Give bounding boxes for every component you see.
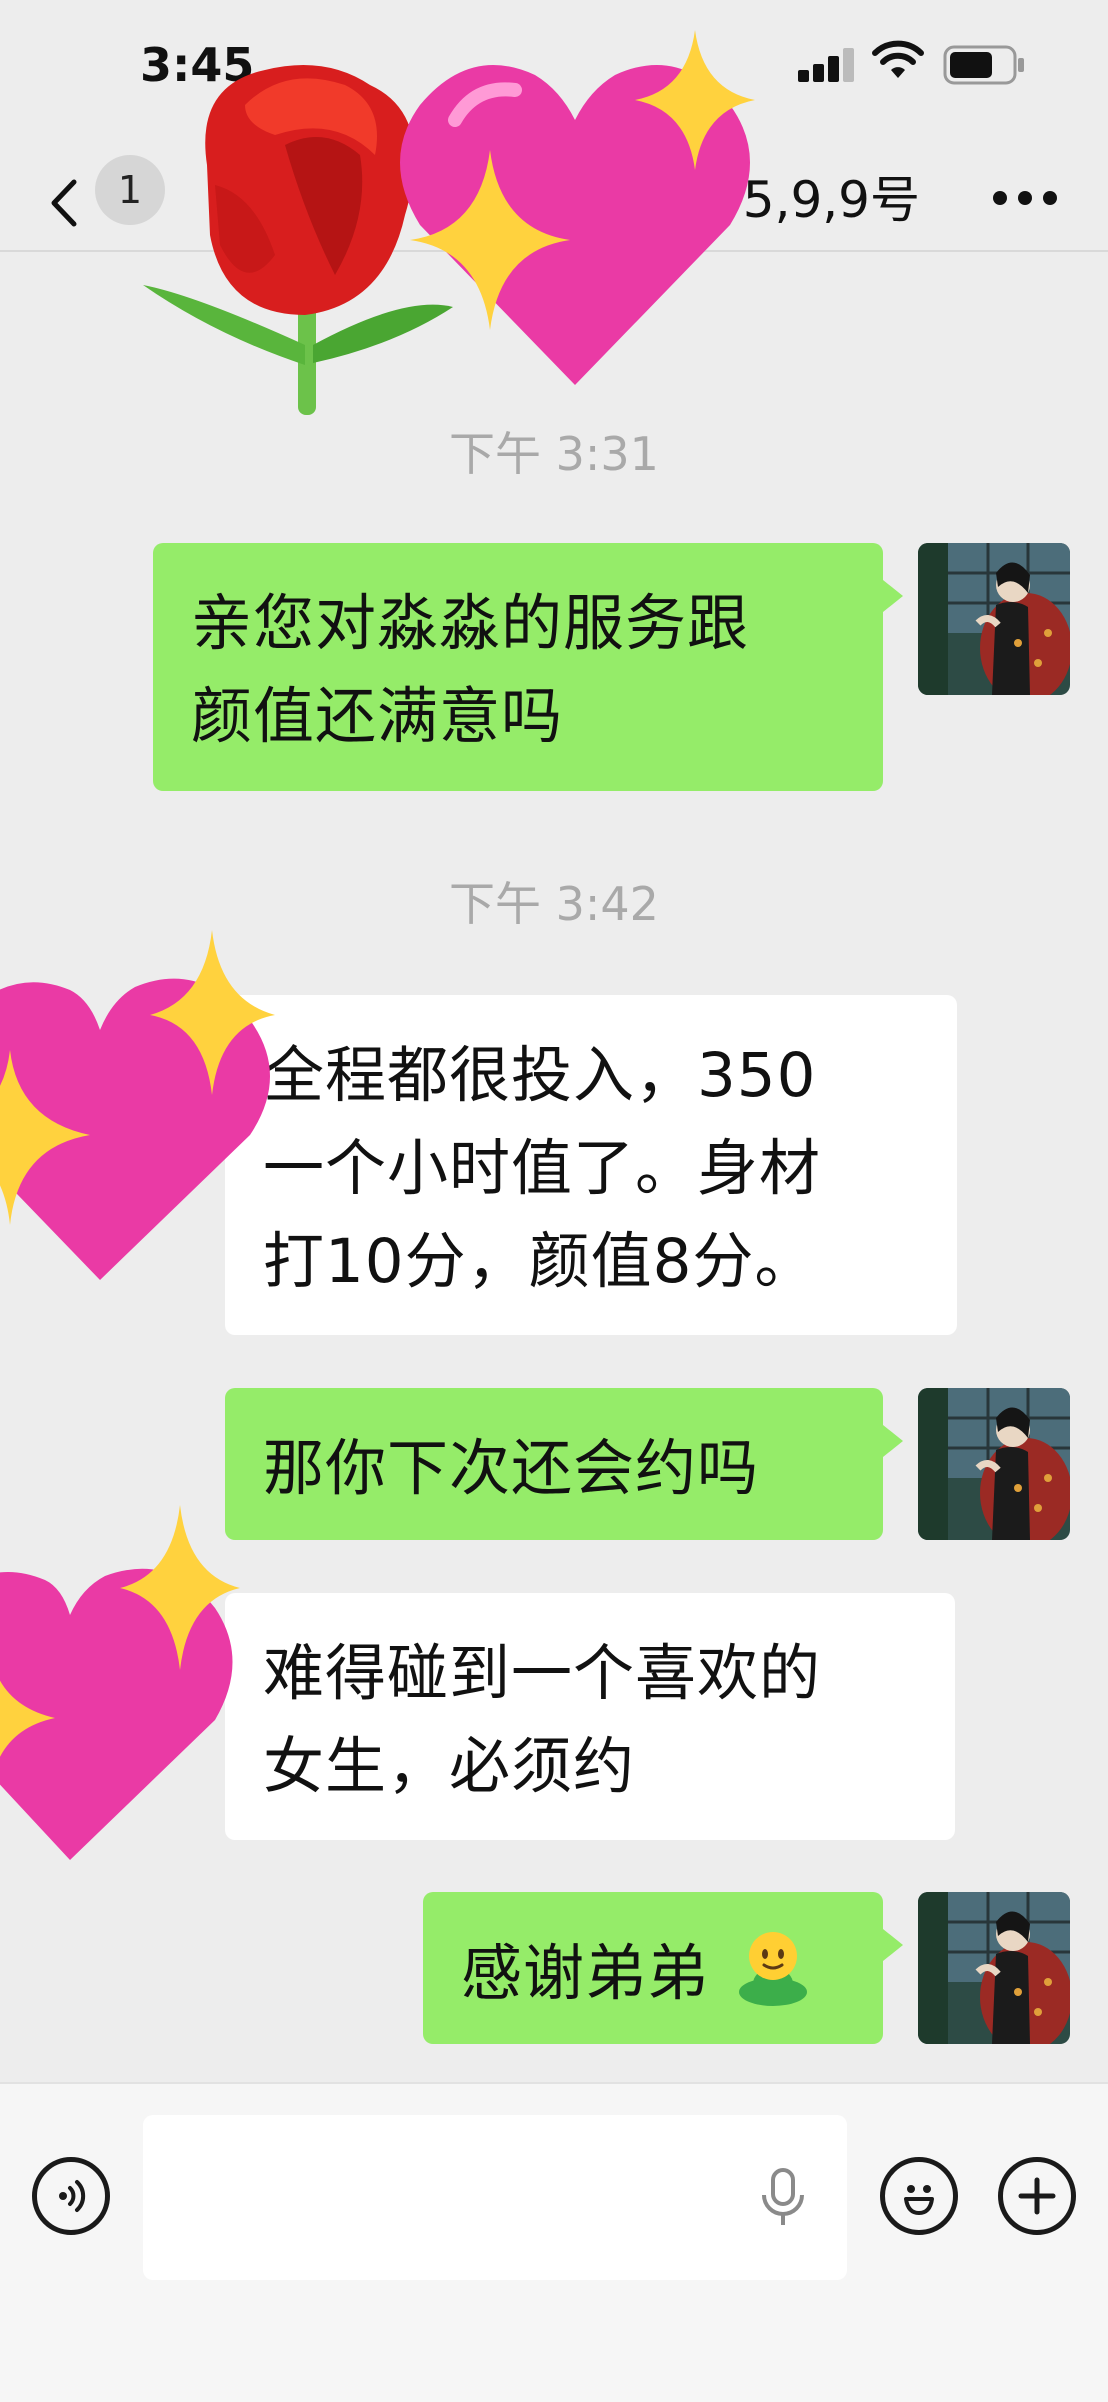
message-line: 打10分，颜值8分。 bbox=[263, 1226, 817, 1297]
signal-icon bbox=[798, 48, 854, 82]
message-line: 全程都很投入，350 bbox=[263, 1040, 817, 1111]
bubble-tail bbox=[883, 580, 903, 612]
sparkling-heart-emoji bbox=[395, 30, 755, 394]
voice-mode-icon bbox=[59, 2180, 86, 2212]
user-avatar[interactable] bbox=[918, 1388, 1070, 1540]
emoji-button[interactable] bbox=[880, 2157, 958, 2235]
wifi-icon bbox=[872, 40, 924, 86]
sparkling-heart-emoji bbox=[0, 1500, 260, 1874]
microphone-icon[interactable] bbox=[758, 2167, 808, 2233]
user-avatar[interactable] bbox=[918, 1892, 1070, 2044]
plus-icon bbox=[1018, 2177, 1056, 2215]
bubble-tail bbox=[883, 1425, 903, 1457]
message-line: 女生，必须约 bbox=[263, 1731, 636, 1802]
message-line: 感谢弟弟 bbox=[461, 1938, 710, 2009]
voice-mode-button[interactable] bbox=[32, 2157, 110, 2235]
smiling-person-emoji bbox=[739, 1932, 808, 2006]
message-line: 亲您对淼淼的服务跟 bbox=[191, 588, 750, 659]
chevron-left-icon bbox=[51, 179, 77, 227]
outgoing-message[interactable]: 感谢弟弟 bbox=[423, 1892, 883, 2044]
message-input[interactable] bbox=[143, 2115, 847, 2280]
outgoing-message[interactable]: 亲您对淼淼的服务跟 颜值还满意吗 bbox=[153, 543, 883, 791]
battery-icon bbox=[943, 45, 1027, 89]
emoji-icon bbox=[904, 2185, 934, 2215]
incoming-message[interactable]: 难得碰到一个喜欢的 女生，必须约 bbox=[225, 1593, 955, 1840]
more-button[interactable] bbox=[980, 150, 1080, 250]
incoming-message[interactable]: 全程都很投入，350 一个小时值了。身材 打10分，颜值8分。 bbox=[225, 995, 957, 1335]
outgoing-message[interactable]: 那你下次还会约吗 bbox=[225, 1388, 883, 1540]
user-avatar[interactable] bbox=[918, 543, 1070, 695]
more-icon bbox=[993, 191, 1057, 205]
message-line: 那你下次还会约吗 bbox=[263, 1433, 760, 1504]
message-line: 一个小时值了。身材 bbox=[263, 1133, 822, 1204]
message-line: 颜值还满意吗 bbox=[191, 681, 564, 752]
sparkling-heart-emoji bbox=[0, 925, 280, 1289]
message-line: 难得碰到一个喜欢的 bbox=[263, 1638, 822, 1709]
bubble-tail bbox=[883, 1929, 903, 1961]
plus-button[interactable] bbox=[998, 2157, 1076, 2235]
